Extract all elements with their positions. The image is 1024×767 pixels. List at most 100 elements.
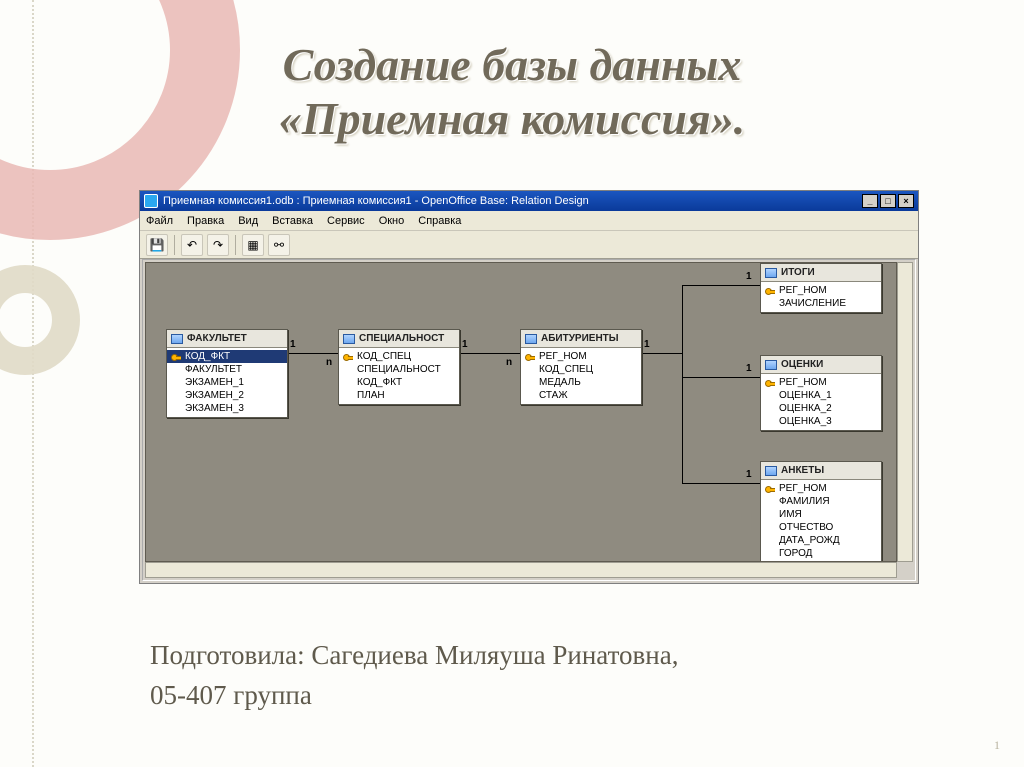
relation-canvas[interactable]: 1 n 1 n 1 1 1 1 — [145, 262, 897, 562]
key-icon — [765, 299, 775, 309]
field-name: ДАТА_РОЖД — [779, 535, 840, 546]
table-title: ФАКУЛЬТЕТ — [187, 333, 247, 344]
save-icon[interactable]: 💾 — [146, 234, 168, 256]
relation-line — [682, 353, 683, 377]
relation-line — [682, 285, 683, 354]
author-line: Подготовила: Сагедиева Миляуша Ринатовна… — [150, 640, 678, 671]
key-icon — [765, 417, 775, 427]
key-icon — [765, 378, 775, 388]
field-row[interactable]: ОЦЕНКА_3 — [761, 415, 881, 428]
key-icon — [343, 365, 353, 375]
table-ocenki[interactable]: ОЦЕНКИ РЕГ_НОМ ОЦЕНКА_1 ОЦЕНКА_2 ОЦЕНКА_… — [760, 355, 882, 431]
table-ankety[interactable]: АНКЕТЫ РЕГ_НОМ ФАМИЛИЯ ИМЯ ОТЧЕСТВО ДАТА… — [760, 461, 882, 562]
menu-window[interactable]: Окно — [379, 215, 405, 227]
field-row[interactable]: ЭКЗАМЕН_1 — [167, 376, 287, 389]
key-icon — [171, 352, 181, 362]
redo-icon[interactable]: ↷ — [207, 234, 229, 256]
relation-line — [642, 353, 682, 354]
menu-insert[interactable]: Вставка — [272, 215, 313, 227]
new-relation-icon[interactable]: ⚯ — [268, 234, 290, 256]
menu-edit[interactable]: Правка — [187, 215, 224, 227]
cardinality-one: 1 — [462, 339, 468, 350]
decoration-circle-small — [0, 265, 80, 375]
menu-file[interactable]: Файл — [146, 215, 173, 227]
key-icon — [765, 523, 775, 533]
slide-title: Создание базы данных «Приемная комиссия»… — [0, 38, 1024, 147]
cardinality-one: 1 — [746, 363, 752, 374]
field-row[interactable]: ЭКЗАМЕН_3 — [167, 402, 287, 415]
field-row[interactable]: СПЕЦИАЛЬНОСТ — [339, 363, 459, 376]
toolbar: 💾 ↶ ↷ ▦ ⚯ — [140, 231, 918, 259]
table-specialnost[interactable]: СПЕЦИАЛЬНОСТ КОД_СПЕЦ СПЕЦИАЛЬНОСТ КОД_Ф… — [338, 329, 460, 405]
key-icon — [171, 391, 181, 401]
field-row[interactable]: СТАЖ — [521, 389, 641, 402]
table-title: АБИТУРИЕНТЫ — [541, 333, 619, 344]
table-header[interactable]: ФАКУЛЬТЕТ — [167, 330, 287, 348]
cardinality-one: 1 — [746, 469, 752, 480]
table-body: РЕГ_НОМ ОЦЕНКА_1 ОЦЕНКА_2 ОЦЕНКА_3 — [761, 374, 881, 430]
table-header[interactable]: ОЦЕНКИ — [761, 356, 881, 374]
field-name: ЗАЧИСЛЕНИЕ — [779, 298, 846, 309]
field-row[interactable]: РЕГ_НОМ — [521, 350, 641, 363]
menu-view[interactable]: Вид — [238, 215, 258, 227]
key-icon — [343, 378, 353, 388]
key-icon — [343, 391, 353, 401]
field-row[interactable]: ОТЧЕСТВО — [761, 521, 881, 534]
toolbar-separator — [235, 235, 236, 255]
table-body: РЕГ_НОМ ЗАЧИСЛЕНИЕ — [761, 282, 881, 312]
relation-line — [682, 377, 683, 483]
menu-tools[interactable]: Сервис — [327, 215, 365, 227]
field-name: ОЦЕНКА_1 — [779, 390, 832, 401]
table-body: КОД_СПЕЦ СПЕЦИАЛЬНОСТ КОД_ФКТ ПЛАН — [339, 348, 459, 404]
table-body: РЕГ_НОМ КОД_СПЕЦ МЕДАЛЬ СТАЖ — [521, 348, 641, 404]
field-name: ФАМИЛИЯ — [779, 496, 830, 507]
close-button[interactable]: × — [898, 194, 914, 208]
maximize-button[interactable]: □ — [880, 194, 896, 208]
field-row[interactable]: ЗАЧИСЛЕНИЕ — [761, 297, 881, 310]
field-name: РЕГ_НОМ — [539, 351, 587, 362]
slide-number: 1 — [994, 738, 1000, 753]
table-title: ОЦЕНКИ — [781, 359, 823, 370]
field-name: КОД_ФКТ — [185, 351, 230, 362]
field-name: РЕГ_НОМ — [779, 285, 827, 296]
window-titlebar: Приемная комиссия1.odb : Приемная комисс… — [140, 191, 918, 211]
field-row[interactable]: ФАМИЛИЯ — [761, 495, 881, 508]
field-row[interactable]: ОЦЕНКА_2 — [761, 402, 881, 415]
field-row[interactable]: МЕДАЛЬ — [521, 376, 641, 389]
field-row[interactable]: ДАТА_РОЖД — [761, 534, 881, 547]
field-row[interactable]: РЕГ_НОМ — [761, 284, 881, 297]
table-header[interactable]: ИТОГИ — [761, 264, 881, 282]
add-table-icon[interactable]: ▦ — [242, 234, 264, 256]
field-row[interactable]: КОД_ФКТ — [339, 376, 459, 389]
field-name: ОТЧЕСТВО — [779, 522, 833, 533]
field-row[interactable]: ФАКУЛЬТЕТ — [167, 363, 287, 376]
vertical-scrollbar[interactable] — [897, 262, 913, 562]
app-window: Приемная комиссия1.odb : Приемная комисс… — [139, 190, 919, 584]
field-row[interactable]: КОД_ФКТ — [167, 350, 287, 363]
cardinality-many: n — [326, 357, 332, 368]
table-fakultet[interactable]: ФАКУЛЬТЕТ КОД_ФКТ ФАКУЛЬТЕТ ЭКЗАМЕН_1 ЭК… — [166, 329, 288, 418]
field-row[interactable]: РЕГ_НОМ — [761, 376, 881, 389]
undo-icon[interactable]: ↶ — [181, 234, 203, 256]
field-name: РЕГ_НОМ — [779, 483, 827, 494]
field-row[interactable]: КОД_СПЕЦ — [339, 350, 459, 363]
table-itogi[interactable]: ИТОГИ РЕГ_НОМ ЗАЧИСЛЕНИЕ — [760, 263, 882, 313]
minimize-button[interactable]: _ — [862, 194, 878, 208]
horizontal-scrollbar[interactable] — [145, 562, 897, 578]
field-name: ПЛАН — [357, 390, 385, 401]
field-row[interactable]: ЭКЗАМЕН_2 — [167, 389, 287, 402]
table-header[interactable]: АБИТУРИЕНТЫ — [521, 330, 641, 348]
table-header[interactable]: СПЕЦИАЛЬНОСТ — [339, 330, 459, 348]
field-row[interactable]: ИМЯ — [761, 508, 881, 521]
field-row[interactable]: КОД_СПЕЦ — [521, 363, 641, 376]
table-abiturienty[interactable]: АБИТУРИЕНТЫ РЕГ_НОМ КОД_СПЕЦ МЕДАЛЬ СТАЖ — [520, 329, 642, 405]
field-row[interactable]: РЕГ_НОМ — [761, 482, 881, 495]
field-name: КОД_ФКТ — [357, 377, 402, 388]
field-row[interactable]: ГОРОД — [761, 547, 881, 560]
key-icon — [765, 549, 775, 559]
table-header[interactable]: АНКЕТЫ — [761, 462, 881, 480]
field-row[interactable]: ПЛАН — [339, 389, 459, 402]
menu-help[interactable]: Справка — [418, 215, 461, 227]
field-name: МЕДАЛЬ — [539, 377, 581, 388]
field-row[interactable]: ОЦЕНКА_1 — [761, 389, 881, 402]
